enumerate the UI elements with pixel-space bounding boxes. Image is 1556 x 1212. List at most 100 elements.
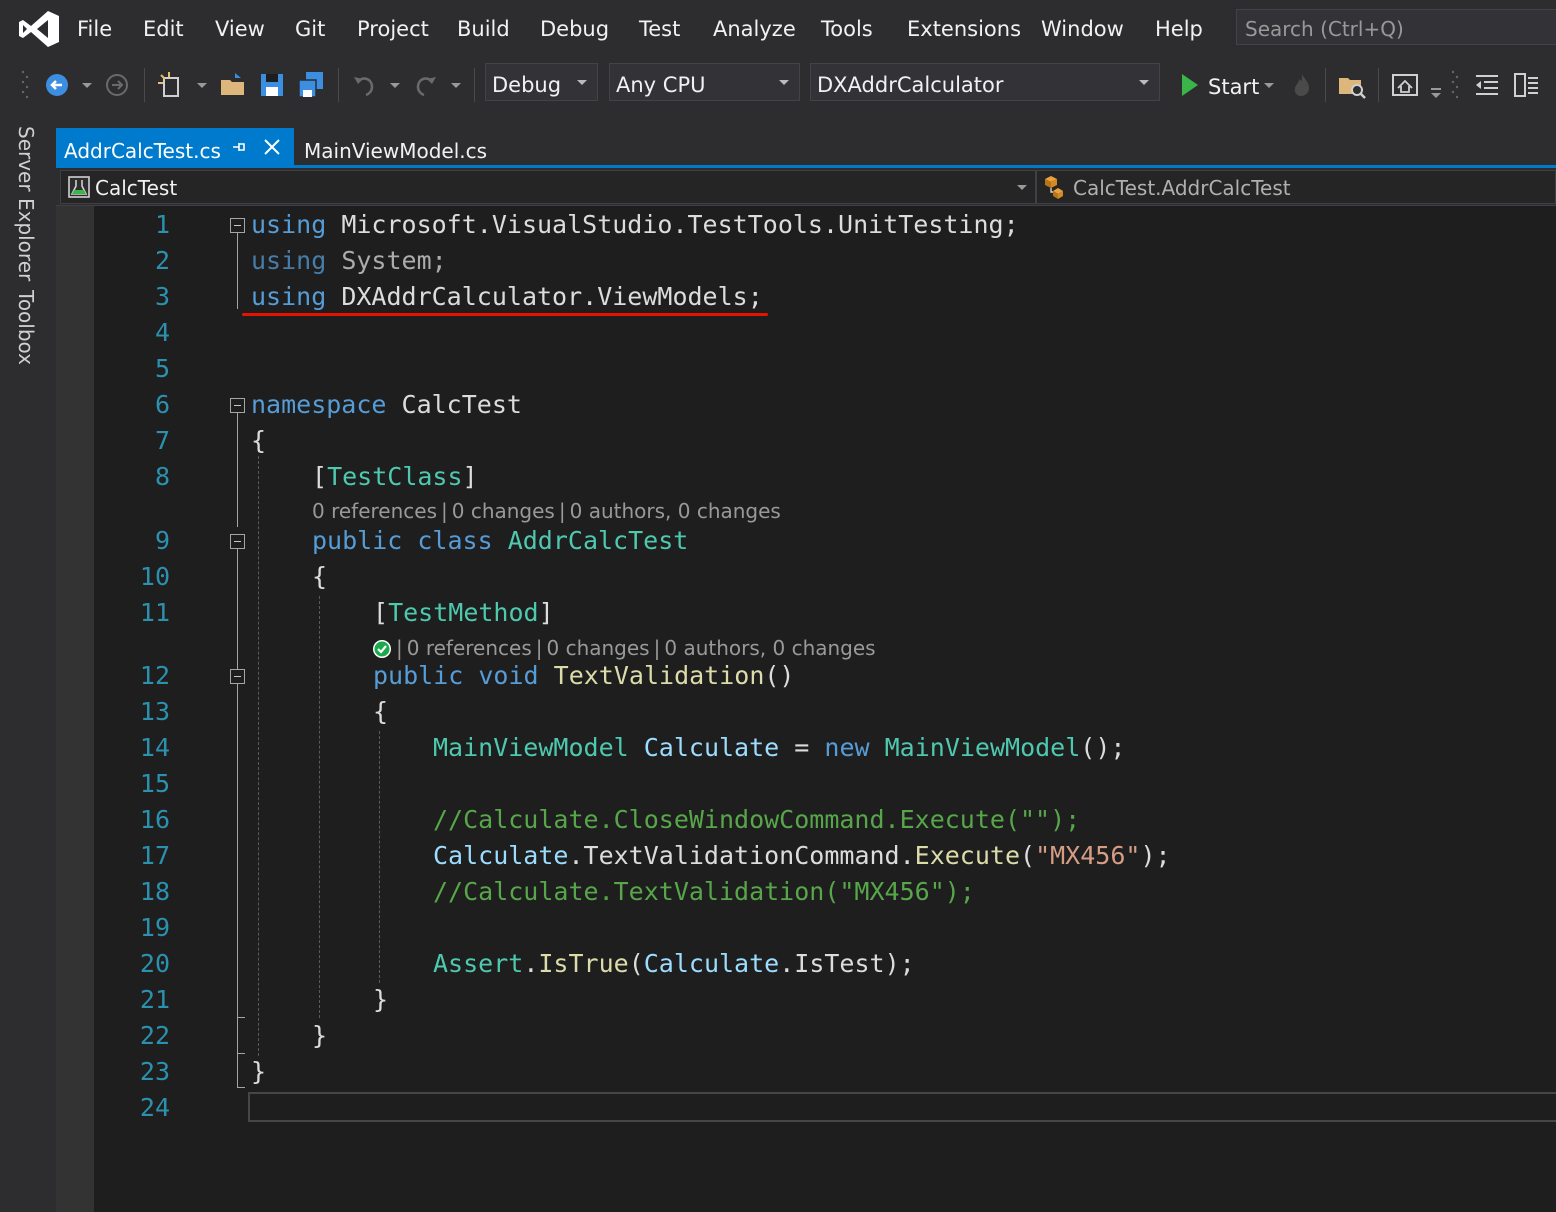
menu-edit[interactable]: Edit (143, 17, 184, 41)
server-explorer-tab[interactable]: Server Explorer (14, 126, 38, 281)
save-icon[interactable] (257, 70, 287, 100)
outline-bar (237, 549, 238, 669)
solution-explorer-icon[interactable] (1390, 70, 1420, 100)
collapse-usings-toggle[interactable] (230, 218, 245, 233)
menu-build[interactable]: Build (457, 17, 510, 41)
code-line-17[interactable]: Calculate.TextValidationCommand.Execute(… (433, 842, 1171, 870)
undo-icon[interactable] (350, 70, 380, 100)
code-line-16[interactable]: //Calculate.CloseWindowCommand.Execute("… (433, 806, 1080, 834)
navigate-forward-icon[interactable] (102, 70, 132, 100)
codelens-authors[interactable]: 0 authors, 0 changes (570, 499, 781, 523)
brace: { (312, 562, 328, 591)
comment-lines-icon[interactable] (1511, 70, 1541, 100)
punctuation: ( (628, 949, 644, 978)
outline-end (237, 1017, 245, 1018)
bracket: [ (312, 462, 328, 491)
member-access: .IsTest); (779, 949, 915, 978)
line-number: 7 (154, 426, 170, 455)
toolbar-grip-icon[interactable] (1450, 68, 1460, 102)
code-line-23[interactable]: } (251, 1058, 266, 1086)
code-line-11[interactable]: [TestMethod] (373, 599, 554, 627)
menu-debug[interactable]: Debug (540, 17, 609, 41)
code-line-21[interactable]: } (373, 986, 388, 1014)
menu-tools[interactable]: Tools (821, 17, 873, 41)
decrease-indent-icon[interactable] (1472, 70, 1502, 100)
start-dropdown-icon[interactable] (1264, 83, 1274, 88)
method-name: IsTrue (538, 949, 629, 978)
code-line-2[interactable]: using System; (251, 247, 447, 275)
redo-icon[interactable] (410, 70, 440, 100)
codelens-references[interactable]: 0 references (407, 636, 532, 660)
collapse-namespace-toggle[interactable] (230, 398, 245, 413)
code-line-10[interactable]: { (312, 563, 327, 591)
project-dropdown[interactable]: CalcTest (60, 170, 1036, 204)
hot-reload-icon[interactable] (1287, 70, 1317, 100)
codelens-class: 0 references | 0 changes | 0 authors, 0 chan… (312, 499, 781, 523)
line-number: 1 (154, 210, 170, 239)
menu-test[interactable]: Test (639, 17, 680, 41)
code-line-20[interactable]: Assert.IsTrue(Calculate.IsTest); (433, 950, 915, 978)
redo-dropdown-icon[interactable] (451, 83, 461, 88)
save-all-icon[interactable] (296, 70, 326, 100)
code-editor[interactable]: 1 2 3 4 5 6 7 8 9 10 11 12 13 14 15 16 1… (56, 206, 1556, 1212)
codelens-authors[interactable]: 0 authors, 0 changes (664, 636, 875, 660)
code-line-12[interactable]: public void TextValidation() (373, 662, 794, 690)
collapse-class-toggle[interactable] (230, 534, 245, 549)
navigate-back-icon[interactable] (42, 70, 72, 100)
variable-name: Calculate (433, 841, 569, 870)
solution-platform-select[interactable]: Any CPU (609, 63, 800, 101)
tab-addrcalctest[interactable]: AddrCalcTest.cs (56, 128, 294, 166)
toolbar-grip-icon[interactable] (20, 68, 30, 102)
test-passed-icon[interactable] (372, 639, 392, 659)
search-input[interactable]: Search (Ctrl+Q) (1236, 9, 1556, 45)
parens: () (764, 661, 795, 690)
line-number: 5 (154, 354, 170, 383)
code-line-1[interactable]: using Microsoft.VisualStudio.TestTools.U… (251, 211, 1019, 239)
keyword: public (312, 526, 403, 555)
toolbar-options-icon[interactable] (1430, 86, 1442, 100)
code-line-18[interactable]: //Calculate.TextValidation("MX456"); (433, 878, 975, 906)
find-in-files-icon[interactable] (1337, 70, 1367, 100)
menu-help[interactable]: Help (1155, 17, 1203, 41)
code-line-7[interactable]: { (251, 427, 266, 455)
code-line-13[interactable]: { (373, 698, 388, 726)
open-file-icon[interactable] (218, 70, 248, 100)
bracket: ] (538, 598, 554, 627)
toolbox-tab[interactable]: Toolbox (14, 290, 38, 365)
code-line-22[interactable]: } (312, 1022, 327, 1050)
menu-git[interactable]: Git (295, 17, 325, 41)
menu-window[interactable]: Window (1041, 17, 1124, 41)
solution-configuration-select[interactable]: Debug (485, 63, 598, 101)
codelens-changes[interactable]: 0 changes (452, 499, 555, 523)
tab-mainviewmodel[interactable]: MainViewModel.cs (296, 128, 496, 166)
menu-project[interactable]: Project (357, 17, 429, 41)
pin-tab-icon[interactable] (230, 138, 248, 156)
code-line-3[interactable]: using DXAddrCalculator.ViewModels; (251, 283, 763, 311)
toolbar-separator (474, 68, 475, 102)
new-project-icon[interactable] (156, 70, 186, 100)
code-line-6[interactable]: namespace CalcTest (251, 391, 522, 419)
startup-project-select[interactable]: DXAddrCalculator (810, 63, 1160, 101)
type-dropdown[interactable]: CalcTest.AddrCalcTest (1036, 170, 1556, 204)
codelens-references[interactable]: 0 references (312, 499, 437, 523)
start-debugging-icon[interactable] (1176, 70, 1206, 100)
menu-extensions[interactable]: Extensions (907, 17, 1021, 41)
outline-end (237, 1053, 245, 1054)
code-line-9[interactable]: public class AddrCalcTest (312, 527, 688, 555)
collapse-method-toggle[interactable] (230, 669, 245, 684)
method-name: TextValidation (553, 661, 765, 690)
menu-view[interactable]: View (215, 17, 265, 41)
namespace-name: DXAddrCalculator.ViewModels; (341, 282, 763, 311)
start-button[interactable]: Start (1208, 75, 1259, 99)
menu-analyze[interactable]: Analyze (713, 17, 796, 41)
code-line-8[interactable]: [TestClass] (312, 463, 478, 491)
close-icon[interactable] (262, 137, 282, 157)
undo-dropdown-icon[interactable] (390, 83, 400, 88)
codelens-changes[interactable]: 0 changes (547, 636, 650, 660)
back-dropdown-icon[interactable] (82, 83, 92, 88)
new-dropdown-icon[interactable] (197, 83, 207, 88)
visual-studio-logo-icon[interactable] (18, 10, 60, 48)
menu-file[interactable]: File (77, 17, 112, 41)
code-line-14[interactable]: MainViewModel Calculate = new MainViewMo… (433, 734, 1125, 762)
toolbar-separator (1378, 68, 1379, 102)
